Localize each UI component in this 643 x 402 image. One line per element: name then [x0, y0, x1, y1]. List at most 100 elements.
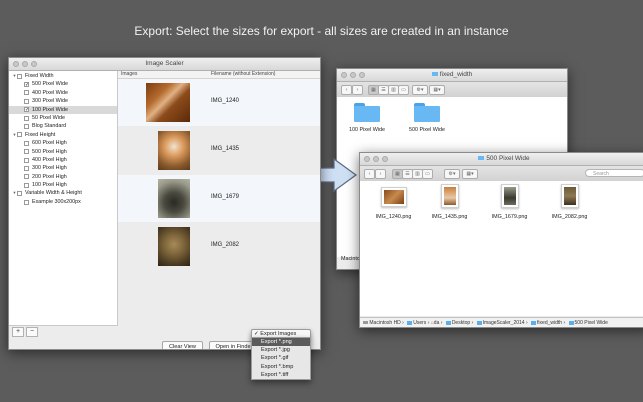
add-size-button[interactable]: +	[12, 326, 24, 337]
checkbox[interactable]	[17, 73, 22, 79]
window-title: Image Scaler	[145, 60, 184, 67]
tree-item[interactable]: 200 Pixel High	[9, 173, 117, 181]
image-thumbnail	[158, 179, 190, 218]
column-images[interactable]: Images	[121, 71, 137, 78]
finder1-titlebar[interactable]: fixed_width	[337, 69, 567, 82]
checkbox[interactable]	[24, 165, 29, 171]
remove-size-button[interactable]: −	[26, 326, 38, 337]
back-button[interactable]: ‹	[364, 169, 375, 179]
path-item[interactable]: fixed_width	[537, 320, 562, 326]
tree-item-label: Example 300x200px	[32, 198, 81, 205]
arrange-button[interactable]: ▦▾	[462, 169, 478, 179]
forward-button[interactable]: ›	[375, 169, 386, 179]
checkbox[interactable]	[24, 98, 29, 104]
folder-icon	[445, 320, 451, 325]
minimize-button[interactable]	[22, 61, 28, 67]
tree-item-label: 50 Pixel Wide	[32, 114, 65, 121]
zoom-button[interactable]	[359, 72, 365, 78]
tree-item[interactable]: ✓ 500 Pixel Wide	[9, 80, 117, 88]
file-icon[interactable]	[561, 184, 579, 208]
checkbox[interactable]	[24, 149, 29, 155]
tree-item[interactable]: Blog Standard	[9, 122, 117, 130]
tree-item[interactable]: 400 Pixel Wide	[9, 89, 117, 97]
path-item[interactable]: Desktop	[452, 320, 470, 326]
table-row[interactable]: IMG_2082	[118, 223, 320, 271]
menu-item-export-jpg[interactable]: Export *.jpg	[252, 346, 310, 354]
path-item[interactable]: Users	[413, 320, 426, 326]
table-row[interactable]: IMG_1679	[118, 175, 320, 223]
checkbox[interactable]	[24, 115, 29, 121]
tree-item[interactable]: 100 Pixel High	[9, 181, 117, 189]
action-gear-icon[interactable]: ⚙▾	[444, 169, 460, 179]
file-label: IMG_1679.png	[491, 214, 528, 220]
back-button[interactable]: ‹	[341, 85, 352, 95]
zoom-button[interactable]	[31, 61, 37, 67]
menu-item-export-png[interactable]: Export *.png	[252, 338, 310, 347]
tree-item-label: Fixed Width	[25, 73, 54, 79]
menu-item-export-bmp[interactable]: Export *.bmp	[252, 363, 310, 371]
checkbox[interactable]	[24, 182, 29, 188]
close-button[interactable]	[341, 72, 347, 78]
clear-view-button[interactable]: Clear View	[162, 341, 203, 349]
table-row[interactable]: IMG_1240	[118, 79, 320, 127]
checkbox[interactable]: ✓	[24, 82, 29, 88]
file-icon[interactable]	[441, 184, 459, 208]
checkbox[interactable]: ✓	[24, 107, 29, 113]
file-label: IMG_1435.png	[431, 214, 468, 220]
close-button[interactable]	[364, 156, 370, 162]
image-filename: IMG_1679	[211, 194, 240, 200]
checkbox[interactable]	[24, 199, 29, 205]
close-button[interactable]	[13, 61, 19, 67]
file-icon[interactable]	[501, 184, 519, 208]
checkbox[interactable]	[24, 140, 29, 146]
checkbox[interactable]	[17, 132, 22, 138]
action-gear-icon[interactable]: ⚙▾	[412, 85, 428, 95]
menu-item-export-tiff[interactable]: Export *.tiff	[252, 371, 310, 379]
scaler-titlebar[interactable]: Image Scaler	[9, 58, 320, 71]
minimize-button[interactable]	[350, 72, 356, 78]
tree-item[interactable]: ▼ Fixed Width	[9, 72, 117, 80]
tree-item[interactable]: 300 Pixel High	[9, 164, 117, 172]
folder-icon	[531, 320, 537, 325]
menu-item-export-gif[interactable]: Export *.gif	[252, 354, 310, 362]
tree-item[interactable]: Example 300x200px	[9, 198, 117, 206]
path-item[interactable]: 500 Pixel Wide	[575, 320, 608, 326]
file-icon[interactable]	[381, 187, 407, 207]
checkbox[interactable]	[17, 191, 22, 197]
path-item[interactable]: Macintosh HD	[369, 320, 400, 326]
table-row[interactable]: IMG_1435	[118, 127, 320, 175]
checkbox[interactable]	[24, 90, 29, 96]
finder2-titlebar[interactable]: 500 Pixel Wide	[360, 153, 643, 166]
tree-item[interactable]: ▼ Fixed Height	[9, 131, 117, 139]
tree-item[interactable]: 400 Pixel High	[9, 156, 117, 164]
file-label: IMG_2082.png	[551, 214, 588, 220]
path-item[interactable]: ImageScaler_2014	[483, 320, 525, 326]
tree-item[interactable]: 50 Pixel Wide	[9, 114, 117, 122]
checkbox[interactable]	[24, 157, 29, 163]
zoom-button[interactable]	[382, 156, 388, 162]
gallery-view-button[interactable]: ▭	[422, 169, 433, 179]
export-menu: Export *.png Export *.jpg Export *.gif E…	[251, 337, 311, 380]
checkbox[interactable]	[24, 174, 29, 180]
gallery-view-button[interactable]: ▭	[398, 85, 409, 95]
tree-item[interactable]: 600 Pixel High	[9, 139, 117, 147]
arrange-button[interactable]: ▦▾	[429, 85, 445, 95]
tree-item-label: Variable Width & Height	[25, 190, 82, 197]
column-filename[interactable]: Filename (without Extension)	[211, 71, 275, 78]
tree-item-label: Fixed Height	[25, 131, 56, 138]
minimize-button[interactable]	[373, 156, 379, 162]
tree-item[interactable]: ▼ Variable Width & Height	[9, 189, 117, 197]
folder-icon	[431, 72, 438, 76]
tree-item[interactable]: ✓ 100 Pixel Wide	[9, 105, 117, 114]
path-item[interactable]: da	[434, 320, 440, 326]
forward-button[interactable]: ›	[352, 85, 363, 95]
folder-icon[interactable]	[414, 103, 440, 122]
tree-item-label: 100 Pixel High	[32, 182, 67, 189]
checkbox[interactable]	[24, 124, 29, 130]
tree-item[interactable]: 500 Pixel High	[9, 148, 117, 156]
image-thumbnail	[158, 227, 190, 266]
folder-icon	[568, 320, 574, 325]
tree-item[interactable]: 300 Pixel Wide	[9, 97, 117, 105]
search-input[interactable]: Search	[585, 169, 643, 177]
folder-icon[interactable]	[354, 103, 380, 122]
